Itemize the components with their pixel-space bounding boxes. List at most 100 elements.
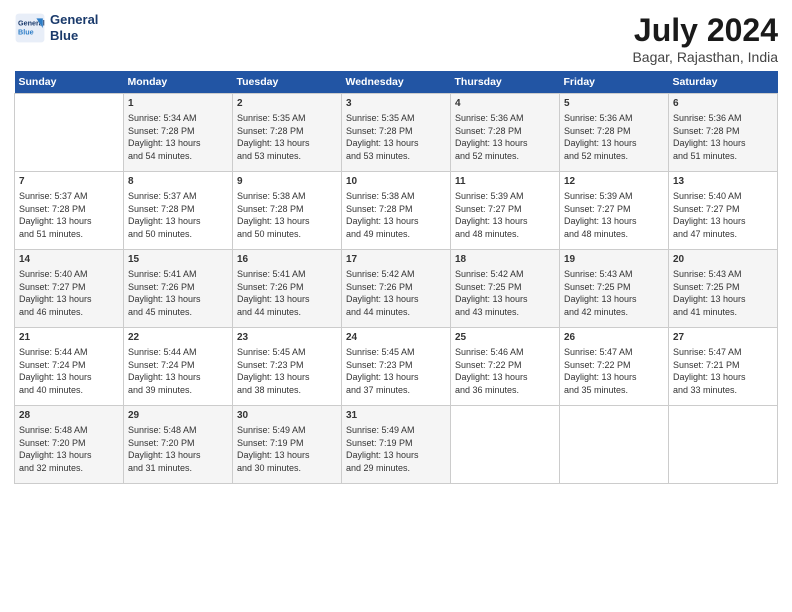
day-info: and 43 minutes.: [455, 306, 555, 319]
day-number: 9: [237, 175, 337, 189]
day-number: 19: [564, 253, 664, 267]
week-row-4: 21Sunrise: 5:44 AMSunset: 7:24 PMDayligh…: [15, 328, 778, 406]
day-info: and 40 minutes.: [19, 384, 119, 397]
day-info: and 47 minutes.: [673, 228, 773, 241]
day-info: Sunrise: 5:44 AM: [19, 346, 119, 359]
day-info: Sunrise: 5:36 AM: [564, 112, 664, 125]
day-info: and 39 minutes.: [128, 384, 228, 397]
day-info: Sunrise: 5:41 AM: [237, 268, 337, 281]
calendar-cell: 12Sunrise: 5:39 AMSunset: 7:27 PMDayligh…: [560, 172, 669, 250]
day-number: 11: [455, 175, 555, 189]
day-info: Sunrise: 5:40 AM: [19, 268, 119, 281]
day-info: Sunrise: 5:49 AM: [346, 424, 446, 437]
day-info: Sunset: 7:25 PM: [564, 281, 664, 294]
calendar-cell: [560, 406, 669, 484]
day-info: Sunrise: 5:49 AM: [237, 424, 337, 437]
day-number: 30: [237, 409, 337, 423]
day-info: Sunset: 7:28 PM: [564, 125, 664, 138]
day-info: Sunset: 7:20 PM: [19, 437, 119, 450]
day-number: 14: [19, 253, 119, 267]
day-info: Daylight: 13 hours: [19, 449, 119, 462]
day-info: Sunset: 7:28 PM: [673, 125, 773, 138]
day-info: Daylight: 13 hours: [455, 137, 555, 150]
day-info: and 53 minutes.: [237, 150, 337, 163]
page: General Blue General Blue July 2024 Baga…: [0, 0, 792, 612]
header-monday: Monday: [124, 71, 233, 94]
day-info: Sunrise: 5:38 AM: [237, 190, 337, 203]
day-number: 24: [346, 331, 446, 345]
day-info: Sunset: 7:27 PM: [673, 203, 773, 216]
day-info: Daylight: 13 hours: [455, 371, 555, 384]
day-info: Sunrise: 5:46 AM: [455, 346, 555, 359]
day-number: 2: [237, 97, 337, 111]
day-info: Daylight: 13 hours: [237, 449, 337, 462]
header-sunday: Sunday: [15, 71, 124, 94]
day-info: Sunrise: 5:45 AM: [237, 346, 337, 359]
calendar-cell: 23Sunrise: 5:45 AMSunset: 7:23 PMDayligh…: [233, 328, 342, 406]
day-info: Sunset: 7:26 PM: [237, 281, 337, 294]
calendar-cell: 31Sunrise: 5:49 AMSunset: 7:19 PMDayligh…: [342, 406, 451, 484]
day-info: Daylight: 13 hours: [128, 137, 228, 150]
day-number: 4: [455, 97, 555, 111]
day-info: Sunset: 7:28 PM: [455, 125, 555, 138]
day-info: Daylight: 13 hours: [673, 137, 773, 150]
day-info: Sunset: 7:26 PM: [128, 281, 228, 294]
day-info: and 52 minutes.: [564, 150, 664, 163]
day-info: Daylight: 13 hours: [128, 449, 228, 462]
week-row-2: 7Sunrise: 5:37 AMSunset: 7:28 PMDaylight…: [15, 172, 778, 250]
calendar-cell: 6Sunrise: 5:36 AMSunset: 7:28 PMDaylight…: [669, 94, 778, 172]
day-number: 20: [673, 253, 773, 267]
day-info: Sunset: 7:28 PM: [237, 125, 337, 138]
logo-text: General Blue: [50, 12, 98, 43]
day-info: Sunrise: 5:35 AM: [237, 112, 337, 125]
calendar-cell: 16Sunrise: 5:41 AMSunset: 7:26 PMDayligh…: [233, 250, 342, 328]
day-number: 21: [19, 331, 119, 345]
day-info: Daylight: 13 hours: [19, 293, 119, 306]
day-info: Sunrise: 5:41 AM: [128, 268, 228, 281]
calendar-cell: 3Sunrise: 5:35 AMSunset: 7:28 PMDaylight…: [342, 94, 451, 172]
day-info: and 44 minutes.: [346, 306, 446, 319]
week-row-3: 14Sunrise: 5:40 AMSunset: 7:27 PMDayligh…: [15, 250, 778, 328]
title-block: July 2024 Bagar, Rajasthan, India: [632, 12, 778, 65]
day-number: 6: [673, 97, 773, 111]
day-info: Sunrise: 5:44 AM: [128, 346, 228, 359]
calendar-cell: 26Sunrise: 5:47 AMSunset: 7:22 PMDayligh…: [560, 328, 669, 406]
day-info: Daylight: 13 hours: [673, 293, 773, 306]
day-info: Daylight: 13 hours: [455, 293, 555, 306]
day-info: Sunset: 7:23 PM: [237, 359, 337, 372]
calendar-cell: 24Sunrise: 5:45 AMSunset: 7:23 PMDayligh…: [342, 328, 451, 406]
calendar-subtitle: Bagar, Rajasthan, India: [632, 49, 778, 65]
day-info: and 37 minutes.: [346, 384, 446, 397]
calendar-cell: [15, 94, 124, 172]
header-saturday: Saturday: [669, 71, 778, 94]
day-info: Sunset: 7:27 PM: [564, 203, 664, 216]
calendar-cell: 30Sunrise: 5:49 AMSunset: 7:19 PMDayligh…: [233, 406, 342, 484]
day-info: and 50 minutes.: [128, 228, 228, 241]
calendar-cell: 20Sunrise: 5:43 AMSunset: 7:25 PMDayligh…: [669, 250, 778, 328]
day-number: 23: [237, 331, 337, 345]
day-info: Daylight: 13 hours: [455, 215, 555, 228]
day-info: Sunrise: 5:47 AM: [564, 346, 664, 359]
day-info: Sunset: 7:27 PM: [19, 281, 119, 294]
week-row-1: 1Sunrise: 5:34 AMSunset: 7:28 PMDaylight…: [15, 94, 778, 172]
week-row-5: 28Sunrise: 5:48 AMSunset: 7:20 PMDayligh…: [15, 406, 778, 484]
calendar-cell: 11Sunrise: 5:39 AMSunset: 7:27 PMDayligh…: [451, 172, 560, 250]
day-info: Sunset: 7:26 PM: [346, 281, 446, 294]
day-info: and 54 minutes.: [128, 150, 228, 163]
day-info: Sunrise: 5:38 AM: [346, 190, 446, 203]
calendar-cell: 18Sunrise: 5:42 AMSunset: 7:25 PMDayligh…: [451, 250, 560, 328]
day-info: Sunrise: 5:48 AM: [19, 424, 119, 437]
day-number: 1: [128, 97, 228, 111]
day-info: Sunrise: 5:39 AM: [455, 190, 555, 203]
calendar-cell: 8Sunrise: 5:37 AMSunset: 7:28 PMDaylight…: [124, 172, 233, 250]
calendar-cell: 14Sunrise: 5:40 AMSunset: 7:27 PMDayligh…: [15, 250, 124, 328]
day-number: 16: [237, 253, 337, 267]
day-info: Sunset: 7:28 PM: [237, 203, 337, 216]
calendar-cell: 17Sunrise: 5:42 AMSunset: 7:26 PMDayligh…: [342, 250, 451, 328]
day-info: Sunset: 7:27 PM: [455, 203, 555, 216]
day-info: Daylight: 13 hours: [128, 215, 228, 228]
day-info: Daylight: 13 hours: [237, 137, 337, 150]
day-info: Daylight: 13 hours: [237, 371, 337, 384]
day-info: and 46 minutes.: [19, 306, 119, 319]
day-info: Daylight: 13 hours: [346, 293, 446, 306]
